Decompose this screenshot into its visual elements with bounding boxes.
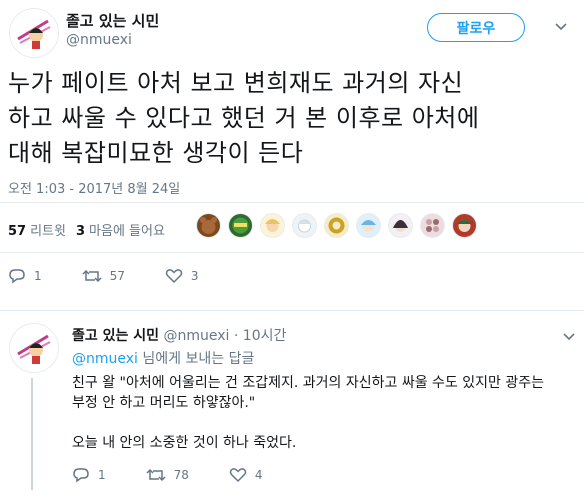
like-action-count: 3 bbox=[190, 269, 199, 283]
separator: · bbox=[233, 328, 239, 344]
like-button[interactable]: 3 bbox=[165, 268, 199, 284]
heart-icon bbox=[229, 467, 247, 483]
retweet-button[interactable]: 57 bbox=[82, 268, 125, 284]
likers-list bbox=[196, 213, 477, 238]
liker-avatar[interactable] bbox=[388, 213, 413, 238]
reply-header: 졸고 있는 시민 @nmuexi · 10시간 bbox=[72, 325, 286, 345]
reply-text-line: 친구 왈 "아처에 어울리는 건 조갑제지. 과거의 자신하고 싸울 수도 있지… bbox=[72, 375, 544, 391]
reply-to-suffix: 님에게 보내는 답글 bbox=[142, 351, 255, 367]
follow-button[interactable]: 팔로우 bbox=[427, 13, 525, 42]
divider bbox=[0, 202, 584, 203]
reply-avatar[interactable] bbox=[9, 323, 59, 373]
retweet-stat-label: 리트윗 bbox=[30, 224, 66, 239]
reply-icon bbox=[72, 467, 90, 483]
reply-time[interactable]: 10시간 bbox=[243, 328, 287, 344]
tweet-text-line: 누가 페이트 아처 보고 변희재도 과거의 자신 bbox=[8, 69, 464, 97]
like-stat[interactable]: 3 마음에 들어요 bbox=[76, 220, 165, 239]
retweet-stat[interactable]: 57 리트윗 bbox=[8, 220, 66, 239]
reply-retweet-button[interactable]: 78 bbox=[146, 467, 189, 483]
reply-count: 1 bbox=[34, 269, 42, 283]
reply-like-button[interactable]: 4 bbox=[229, 467, 263, 483]
reply-actions: 1 78 4 bbox=[72, 467, 303, 483]
liker-avatar[interactable] bbox=[324, 213, 349, 238]
chevron-down-icon[interactable] bbox=[555, 20, 567, 32]
reply-reply-button[interactable]: 1 bbox=[72, 467, 106, 483]
liker-avatar[interactable] bbox=[260, 213, 285, 238]
liker-avatar[interactable] bbox=[292, 213, 317, 238]
liker-avatar[interactable] bbox=[356, 213, 381, 238]
divider bbox=[0, 310, 584, 311]
liker-avatar[interactable] bbox=[228, 213, 253, 238]
display-name[interactable]: 졸고 있는 시민 bbox=[66, 10, 159, 31]
tweet-text: 누가 페이트 아처 보고 변희재도 과거의 자신 하고 싸울 수 있다고 했던 … bbox=[8, 66, 574, 171]
reply-like-count: 4 bbox=[254, 468, 263, 482]
reply-handle[interactable]: @nmuexi bbox=[163, 328, 229, 344]
reply-reply-count: 1 bbox=[98, 468, 106, 482]
reply-retweet-count: 78 bbox=[173, 468, 189, 482]
reply-text: 친구 왈 "아처에 어울리는 건 조갑제지. 과거의 자신하고 싸울 수도 있지… bbox=[72, 373, 572, 453]
retweet-icon bbox=[146, 467, 166, 483]
reply-chevron-down-icon[interactable] bbox=[563, 330, 575, 342]
reply-text-line: 오늘 내 안의 소중한 것이 하나 죽었다. bbox=[72, 435, 297, 451]
like-stat-label: 마음에 들어요 bbox=[89, 224, 165, 239]
reply-text-line: 부정 안 하고 머리도 하얗잖아." bbox=[72, 395, 256, 411]
retweet-count: 57 bbox=[8, 224, 27, 239]
replying-to: @nmuexi 님에게 보내는 답글 bbox=[72, 348, 254, 368]
heart-icon bbox=[165, 268, 183, 284]
like-count: 3 bbox=[75, 224, 86, 239]
tweet-actions: 1 57 3 bbox=[8, 268, 239, 284]
tweet-timestamp[interactable]: 오전 1:03 - 2017년 8월 24일 bbox=[8, 178, 180, 197]
reply-to-handle[interactable]: @nmuexi bbox=[72, 351, 138, 367]
tweet-card: 졸고 있는 시민 @nmuexi 팔로우 누가 페이트 아처 보고 변희재도 과… bbox=[0, 0, 584, 499]
reply-button[interactable]: 1 bbox=[8, 268, 42, 284]
reply-display-name[interactable]: 졸고 있는 시민 bbox=[72, 328, 159, 344]
liker-avatar[interactable] bbox=[196, 213, 221, 238]
retweet-icon bbox=[82, 268, 102, 284]
liker-avatar[interactable] bbox=[452, 213, 477, 238]
tweet-text-line: 대해 복잡미묘한 생각이 든다 bbox=[8, 139, 304, 167]
tweet-stats: 57 리트윗 3 마음에 들어요 bbox=[8, 220, 165, 239]
retweet-action-count: 57 bbox=[109, 269, 125, 283]
divider bbox=[0, 252, 584, 253]
profile-avatar[interactable] bbox=[9, 8, 59, 58]
tweet-text-line: 하고 싸울 수 있다고 했던 거 본 이후로 아처에 bbox=[8, 104, 480, 132]
user-handle[interactable]: @nmuexi bbox=[66, 32, 132, 48]
reply-icon bbox=[8, 268, 26, 284]
liker-avatar[interactable] bbox=[420, 213, 445, 238]
thread-line bbox=[31, 378, 33, 490]
